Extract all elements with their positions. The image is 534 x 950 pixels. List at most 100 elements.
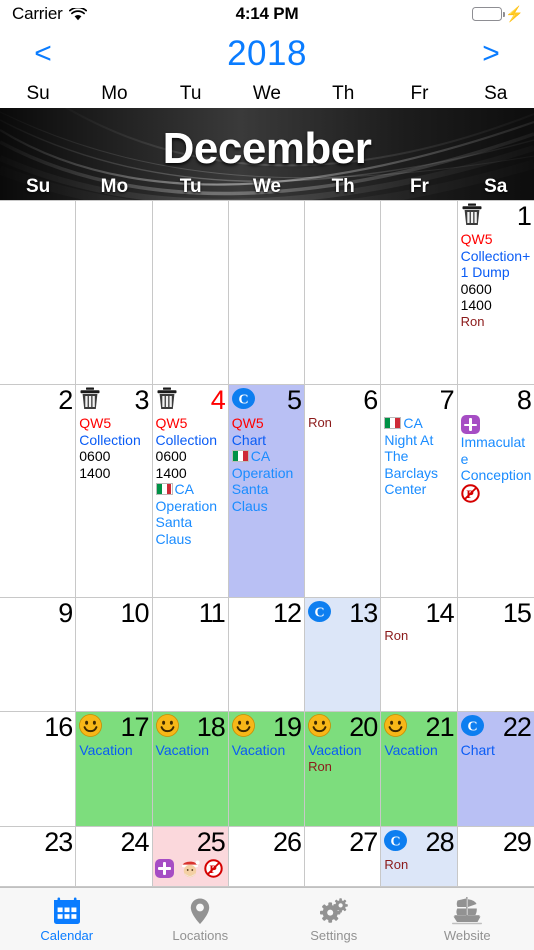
calendar-day-cell-3[interactable]: 3 QW5 Collection 0600 1400 [76,385,153,597]
calendar-event[interactable]: Immaculate Conception [460,415,532,484]
calendar-week-row: 232425P2627C28Ron29 [0,827,534,887]
calendar-event[interactable]: QW5 [461,231,532,248]
calendar-event[interactable]: CA Operation Santa Claus [231,448,302,514]
calendar-day-cell-27[interactable]: 27 [305,827,382,886]
tab-calendar[interactable]: Calendar [0,888,134,950]
calendar-event[interactable]: Ron [384,857,454,873]
calendar-day-cell-28[interactable]: C 28 Ron [381,827,458,886]
day-number: 21 [425,712,455,742]
calendar-event[interactable]: Chart [232,432,302,449]
calendar-event-title: Vacation [384,742,438,758]
day-cell-header: 14 [381,598,456,628]
calendar-day-cell-20[interactable]: 20 Vacation Ron [305,712,382,826]
calendar-event-title: Ron [460,313,485,329]
calendar-event-title: 1400 [79,464,111,481]
purple-cross-icon [154,858,174,878]
calendar-day-cell-2[interactable]: 2 [0,385,77,597]
year-label[interactable]: 2018 [227,34,307,74]
calendar-event[interactable]: CA Night At The Barclays Center [384,415,454,498]
calendar-day-cell-23[interactable]: 23 [0,827,77,886]
calendar-event[interactable]: Vacation [384,742,454,759]
calendar-event[interactable]: 1400 [461,297,532,314]
calendar-day-cell-18[interactable]: 18 Vacation [152,712,229,826]
previous-year-button[interactable]: < [8,28,78,80]
calendar-event[interactable]: Vacation [79,742,149,759]
c-badge-icon: C [307,599,333,625]
day-number: 1 [516,201,532,231]
calendar-event[interactable]: Ron [461,314,532,330]
day-cell-header: 12 [229,598,304,628]
calendar-event[interactable]: QW5 [232,415,302,432]
calendar-event[interactable]: Vacation [232,742,302,759]
day-cell-header: 29 [458,827,534,857]
calendar-day-cell-9[interactable]: 9 [0,598,77,711]
calendar-day-cell-22[interactable]: C 22 Chart [457,712,534,826]
calendar-event[interactable]: 1400 [156,465,226,482]
calendar-event[interactable]: 0600 [79,448,149,465]
day-number: 11 [198,598,226,628]
santa-icon [179,857,201,879]
calendar-event-title: 1400 [460,297,492,313]
calendar-week-row: 9 10 11 12 C 13 14 Ron 15 [0,598,534,712]
calendar-day-cell-24[interactable]: 24 [76,827,153,886]
day-number: 20 [349,712,378,742]
day-number: 25 [196,827,226,857]
calendar-day-cell-8[interactable]: 8Immaculate ConceptionP [457,385,534,597]
trash-icon [155,386,181,412]
calendar-day-cell-4[interactable]: 4 QW5 Collection 0600 1400 CA Operation Santa… [152,385,229,597]
c-badge-icon: C [231,386,257,412]
calendar-day-cell-16[interactable]: 16 [0,712,77,826]
calendar-day-cell-29[interactable]: 29 [457,827,534,886]
tab-website[interactable]: Website [401,888,534,950]
calendar-day-cell-13[interactable]: C 13 [305,598,382,711]
calendar-day-cell-10[interactable]: 10 [76,598,153,711]
day-cell-header: 8 [458,385,534,415]
calendar-day-cell-19[interactable]: 19 Vacation [228,712,306,826]
calendar-event[interactable]: QW5 [156,415,226,432]
next-year-button[interactable]: > [456,28,526,80]
calendar-day-cell-17[interactable]: 17 Vacation [76,712,153,826]
day-number: 9 [58,598,73,628]
calendar-event[interactable]: Vacation [308,742,378,759]
calendar-day-cell-11[interactable]: 11 [152,598,229,711]
weekday-header-row: Su Mo Tu We Th Fr Sa [0,80,534,108]
calendar-event[interactable]: Collection+1 Dump [461,248,532,281]
day-events-list: Vacation [153,742,228,761]
day-number: 14 [425,598,455,628]
calendar-day-cell-25[interactable]: 25P [152,827,229,886]
calendar-event[interactable]: Ron [308,759,378,775]
day-events-list: Immaculate ConceptionP [458,415,534,505]
calendar-event[interactable]: Ron [384,628,454,644]
tab-locations[interactable]: Locations [134,888,268,950]
c-badge-icon: C [460,713,486,739]
calendar-event[interactable]: Collection [156,432,226,449]
italy-flag-icon [155,483,173,495]
tab-label: Locations [172,927,229,943]
calendar-day-cell-14[interactable]: 14 Ron [381,598,458,711]
calendar-day-cell-12[interactable]: 12 [228,598,306,711]
calendar-event[interactable]: Chart [461,742,532,759]
status-bar: Carrier 4:14 PM ⚡ [0,0,534,28]
calendar-day-cell-5[interactable]: C 5 QW5 Chart CA Operation Santa Claus [228,385,306,597]
calendar-event[interactable]: 1400 [79,465,149,482]
calendar-event[interactable]: Vacation [156,742,226,759]
calendar-event[interactable]: QW5 [79,415,149,432]
calendar-day-cell-6[interactable]: 6 Ron [305,385,382,597]
tab-settings[interactable]: Settings [267,888,401,950]
calendar-day-cell-1[interactable]: 1 QW5 Collection+1 Dump 0600 1400 Ron [457,201,534,384]
calendar-event[interactable]: CA Operation Santa Claus [155,481,226,547]
calendar-event[interactable]: P [460,483,532,503]
calendar-day-cell-21[interactable]: 21 Vacation [381,712,458,826]
calendar-day-cell-7[interactable]: 7 CA Night At The Barclays Center [381,385,458,597]
calendar-event[interactable]: 0600 [156,448,226,465]
calendar-day-cell-15[interactable]: 15 [457,598,534,711]
italy-flag-icon [231,450,249,462]
calendar-event-title: Ron [384,857,409,872]
calendar-event[interactable]: 0600 [461,281,532,298]
calendar-event[interactable]: Collection [79,432,149,449]
calendar-day-cell-26[interactable]: 26 [228,827,306,886]
calendar-event[interactable]: Ron [308,415,378,431]
day-cell-header: 9 [0,598,75,628]
day-number: 8 [516,385,532,415]
day-cell-header: C5 [229,385,304,415]
